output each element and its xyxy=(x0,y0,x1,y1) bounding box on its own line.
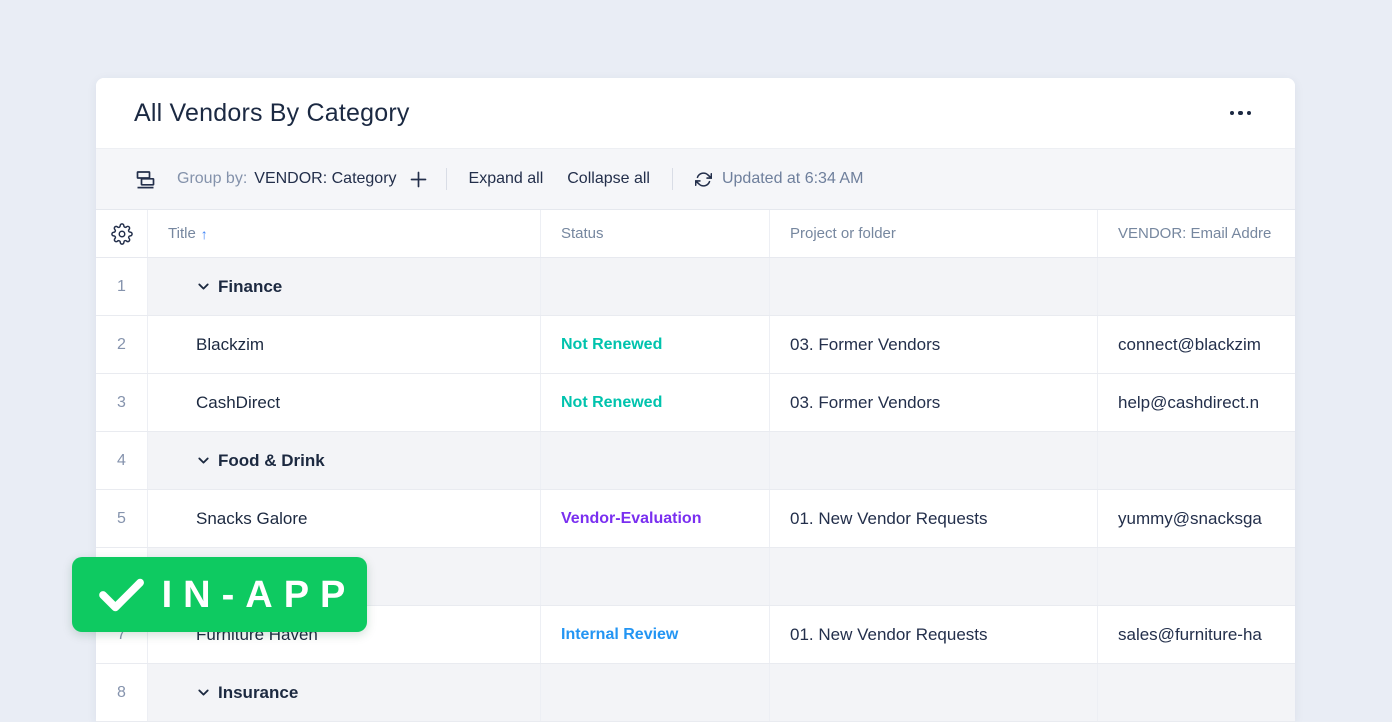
project-value: 01. New Vendor Requests xyxy=(790,624,988,644)
vendor-row[interactable]: 2 Blackzim Not Renewed 03. Former Vendors co… xyxy=(96,316,1295,374)
collapse-all-button[interactable]: Collapse all xyxy=(567,170,650,188)
chevron-down-icon[interactable] xyxy=(196,453,211,468)
row-number: 5 xyxy=(96,490,148,547)
empty-status-cell xyxy=(541,258,770,315)
page-title: All Vendors By Category xyxy=(134,98,410,127)
group-title-cell[interactable]: Food & Drink xyxy=(148,432,541,489)
empty-project-cell xyxy=(770,432,1098,489)
toolbar-divider xyxy=(671,168,673,190)
plus-icon xyxy=(410,171,426,187)
project-value: 01. New Vendor Requests xyxy=(790,508,988,528)
status-cell[interactable]: Not Renewed xyxy=(541,374,770,431)
refresh-icon[interactable] xyxy=(694,171,712,188)
table-header-row: Title ↑ Status Project or folder VENDOR:… xyxy=(96,210,1295,258)
empty-email-cell xyxy=(1098,258,1295,315)
project-value: 03. Former Vendors xyxy=(790,392,941,412)
status-cell[interactable]: Vendor-Evaluation xyxy=(541,490,770,547)
empty-project-cell xyxy=(770,258,1098,315)
sort-ascending-icon[interactable]: ↑ xyxy=(201,226,208,242)
group-title-cell[interactable]: Insurance xyxy=(148,664,541,721)
group-title: Insurance xyxy=(218,682,299,702)
column-header-email[interactable]: VENDOR: Email Addre xyxy=(1098,210,1295,257)
empty-project-cell xyxy=(770,664,1098,721)
vendor-title: Blackzim xyxy=(196,334,265,354)
table-body: 1 Finance 2 Blackzim Not Renewed 03. Former V… xyxy=(96,258,1295,722)
row-number: 1 xyxy=(96,258,148,315)
ellipsis-icon xyxy=(1229,110,1234,116)
card-header: All Vendors By Category xyxy=(96,78,1295,149)
add-group-by-button[interactable] xyxy=(409,170,428,189)
vendor-title: Snacks Galore xyxy=(196,508,308,528)
email-value: sales@furniture-ha xyxy=(1118,624,1262,644)
toolbar-divider xyxy=(445,168,447,190)
ellipsis-icon xyxy=(1238,110,1243,116)
empty-status-cell xyxy=(541,664,770,721)
row-number: 4 xyxy=(96,432,148,489)
status-badge: Not Renewed xyxy=(561,393,663,411)
status-cell[interactable]: Internal Review xyxy=(541,606,770,663)
status-cell[interactable]: Not Renewed xyxy=(541,316,770,373)
group-row[interactable]: 8 Insurance xyxy=(96,664,1295,722)
vendor-row[interactable]: 5 Snacks Galore Vendor-Evaluation 01. New V… xyxy=(96,490,1295,548)
column-header-status[interactable]: Status xyxy=(541,210,770,257)
project-cell[interactable]: 03. Former Vendors xyxy=(770,374,1098,431)
project-cell[interactable]: 01. New Vendor Requests xyxy=(770,490,1098,547)
gear-icon xyxy=(110,222,133,245)
group-title: Food & Drink xyxy=(218,450,325,470)
project-value: 03. Former Vendors xyxy=(790,334,941,354)
group-row[interactable]: 4 Food & Drink xyxy=(96,432,1295,490)
email-cell[interactable]: sales@furniture-ha xyxy=(1098,606,1295,663)
row-number: 3 xyxy=(96,374,148,431)
email-cell[interactable]: yummy@snacksga xyxy=(1098,490,1295,547)
vendor-title-cell[interactable]: CashDirect xyxy=(148,374,541,431)
group-title: Finance xyxy=(218,276,283,296)
toolbar: Group by: VENDOR: Category Expand all Co… xyxy=(96,149,1295,210)
table-settings-button[interactable] xyxy=(96,210,148,257)
group-row[interactable]: 1 Finance xyxy=(96,258,1295,316)
in-app-badge-label: IN-APP xyxy=(161,573,357,616)
chevron-down-icon[interactable] xyxy=(196,279,211,294)
status-badge: Vendor-Evaluation xyxy=(561,509,702,527)
email-value: help@cashdirect.n xyxy=(1118,392,1260,412)
email-value: connect@blackzim xyxy=(1118,334,1261,354)
empty-status-cell xyxy=(541,548,770,605)
updated-status: Updated at 6:34 AM xyxy=(721,170,864,187)
more-menu-button[interactable] xyxy=(1228,103,1254,124)
empty-email-cell xyxy=(1098,664,1295,721)
ellipsis-icon xyxy=(1246,110,1251,116)
in-app-badge: IN-APP xyxy=(72,557,367,632)
status-badge: Internal Review xyxy=(561,625,679,643)
vendor-title-cell[interactable]: Snacks Galore xyxy=(148,490,541,547)
email-value: yummy@snacksga xyxy=(1118,508,1262,528)
empty-project-cell xyxy=(770,548,1098,605)
empty-email-cell xyxy=(1098,432,1295,489)
vendor-title: CashDirect xyxy=(196,392,281,412)
column-header-project[interactable]: Project or folder xyxy=(770,210,1098,257)
row-number: 8 xyxy=(96,664,148,721)
group-by-icon xyxy=(134,169,155,190)
empty-status-cell xyxy=(541,432,770,489)
column-header-title[interactable]: Title ↑ xyxy=(148,210,541,257)
group-title-cell[interactable]: Finance xyxy=(148,258,541,315)
vendor-row[interactable]: 3 CashDirect Not Renewed 03. Former Vendors… xyxy=(96,374,1295,432)
vendor-title-cell[interactable]: Blackzim xyxy=(148,316,541,373)
row-number: 2 xyxy=(96,316,148,373)
group-by-value[interactable]: VENDOR: Category xyxy=(254,170,396,188)
empty-email-cell xyxy=(1098,548,1295,605)
chevron-down-icon[interactable] xyxy=(196,685,211,700)
check-icon xyxy=(98,578,144,611)
group-by-label: Group by: xyxy=(177,170,248,187)
expand-all-button[interactable]: Expand all xyxy=(469,170,544,188)
project-cell[interactable]: 01. New Vendor Requests xyxy=(770,606,1098,663)
project-cell[interactable]: 03. Former Vendors xyxy=(770,316,1098,373)
email-cell[interactable]: help@cashdirect.n xyxy=(1098,374,1295,431)
email-cell[interactable]: connect@blackzim xyxy=(1098,316,1295,373)
status-badge: Not Renewed xyxy=(561,335,663,353)
